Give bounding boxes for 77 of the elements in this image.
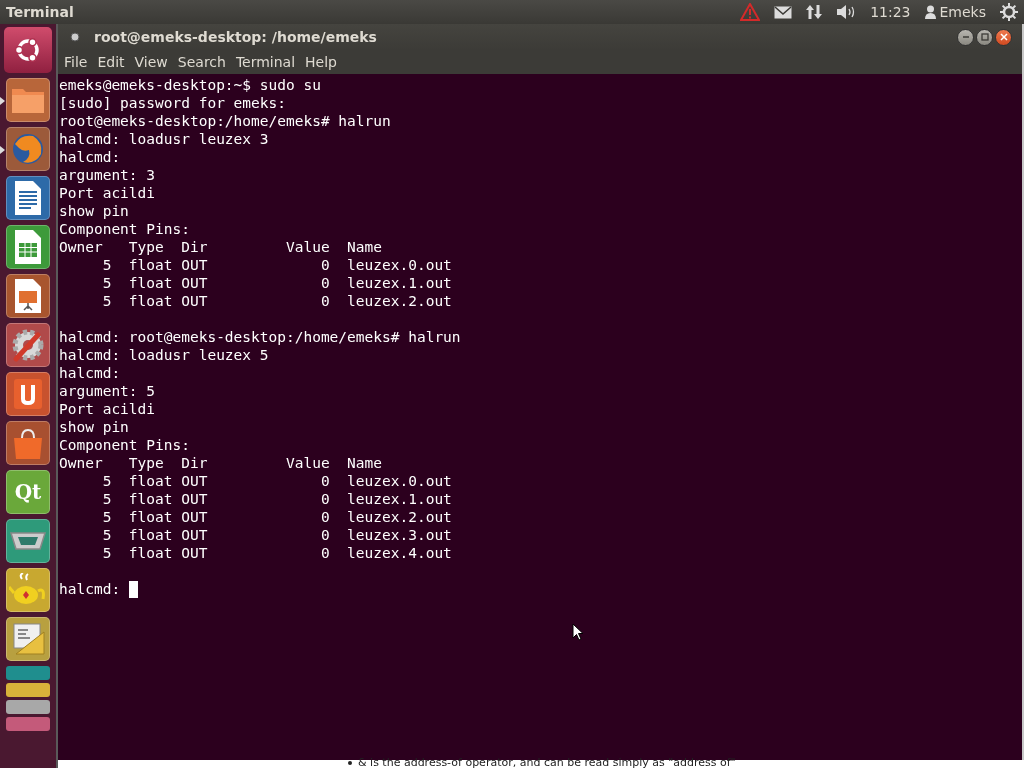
close-button[interactable]	[995, 28, 1012, 46]
writer-launcher-button[interactable]	[6, 176, 50, 220]
maximize-icon	[980, 33, 989, 41]
text-document-icon	[13, 180, 43, 216]
browser-launcher-button[interactable]	[6, 127, 50, 171]
volume-icon[interactable]	[836, 4, 857, 20]
shopping-bag-u-icon	[12, 377, 44, 411]
presentation-icon	[13, 278, 43, 314]
calc-launcher-button[interactable]	[6, 225, 50, 269]
terminal-line: show pin	[59, 202, 130, 220]
terminal-line: 5 float OUT 0 leuzex.2.out	[101, 292, 453, 310]
editor-launcher-button[interactable]	[6, 617, 50, 661]
drafting-document-icon	[10, 622, 46, 656]
window-dot-icon	[70, 32, 80, 42]
dash-button[interactable]	[4, 27, 52, 73]
shopping-bag-icon	[11, 426, 45, 460]
power-icon[interactable]	[1000, 3, 1018, 21]
teapot-launcher-button[interactable]	[6, 568, 50, 612]
terminal-line: argument: 5	[59, 382, 157, 400]
terminal-line: 5 float OUT 0 leuzex.1.out	[101, 274, 453, 292]
terminal-line: halcmd: loadusr leuzex 5	[59, 346, 270, 364]
terminal-line: Port acildi	[59, 400, 157, 418]
window-title: root@emeks-desktop: /home/emeks	[94, 29, 378, 45]
user-icon[interactable]	[924, 5, 936, 19]
folder-icon	[11, 86, 45, 114]
menu-item[interactable]: View	[134, 54, 168, 70]
terminal-line: halcmd:	[59, 148, 122, 166]
spreadsheet-icon	[13, 229, 43, 265]
terminal-line: 5 float OUT 0 leuzex.0.out	[101, 472, 453, 490]
serial-port-icon	[9, 529, 47, 553]
terminal-line: Port acildi	[59, 184, 157, 202]
terminal-line: 5 float OUT 0 leuzex.0.out	[101, 256, 453, 274]
terminal-line: Component Pins:	[59, 436, 191, 454]
mouse-pointer-icon	[572, 623, 584, 641]
terminal-line: Component Pins:	[59, 220, 191, 238]
terminal-line: [sudo] password for emeks:	[59, 94, 287, 112]
terminal-line: 5 float OUT 0 leuzex.3.out	[101, 526, 453, 544]
terminal-line: 5 float OUT 0 leuzex.4.out	[101, 544, 453, 562]
menu-item[interactable]: Terminal	[235, 54, 296, 70]
minimize-icon	[961, 33, 970, 41]
terminal-line: 5 float OUT 0 leuzex.1.out	[101, 490, 453, 508]
globe-fox-icon	[11, 132, 45, 166]
qt-logo-text: Qt	[14, 480, 42, 504]
mail-icon[interactable]	[774, 5, 793, 19]
settings-launcher-button[interactable]	[6, 323, 50, 367]
terminal-prompt: halcmd:	[59, 580, 121, 598]
maximize-button[interactable]	[976, 28, 993, 46]
close-icon	[999, 33, 1008, 41]
minimize-button[interactable]	[957, 28, 974, 46]
network-icon[interactable]	[806, 4, 823, 20]
terminal-line: halcmd: root@emeks-desktop:/home/emeks# halrun	[59, 328, 462, 346]
terminal-line: Owner Type Dir Value Name	[59, 238, 383, 256]
software-launcher-button[interactable]	[6, 372, 50, 416]
clock[interactable]: 11:23	[870, 4, 911, 20]
terminal-line: emeks@emeks-desktop:~$ sudo su	[59, 76, 322, 94]
terminal-line: argument: 3	[59, 166, 157, 184]
terminal-line: root@emeks-desktop:/home/emeks# halrun	[59, 112, 392, 130]
terminal-line: halcmd:	[59, 364, 122, 382]
background-page-text: & is the address-of operator, and can be read simply as "address of"	[358, 757, 736, 768]
menu-item[interactable]: File	[64, 54, 88, 70]
bag-launcher-button[interactable]	[6, 421, 50, 465]
terminal-line: show pin	[59, 418, 130, 436]
app-title: Terminal	[6, 4, 74, 20]
impress-launcher-button[interactable]	[6, 274, 50, 318]
bullet-icon	[348, 761, 352, 765]
folder-launcher-button[interactable]	[6, 78, 50, 122]
menu-item[interactable]: Edit	[97, 54, 125, 70]
terminal-line: halcmd: loadusr leuzex 3	[59, 130, 270, 148]
terminal-line: 5 float OUT 0 leuzex.2.out	[101, 508, 453, 526]
menu-item[interactable]: Search	[177, 54, 226, 70]
menu-item[interactable]: Help	[305, 54, 337, 70]
terminal-line: Owner Type Dir Value Name	[59, 454, 383, 472]
gear-wrench-icon	[10, 327, 46, 363]
teapot-icon	[9, 573, 47, 607]
port-launcher-button[interactable]	[6, 519, 50, 563]
warning-icon[interactable]	[740, 3, 761, 21]
user-name[interactable]: Emeks	[939, 4, 986, 20]
